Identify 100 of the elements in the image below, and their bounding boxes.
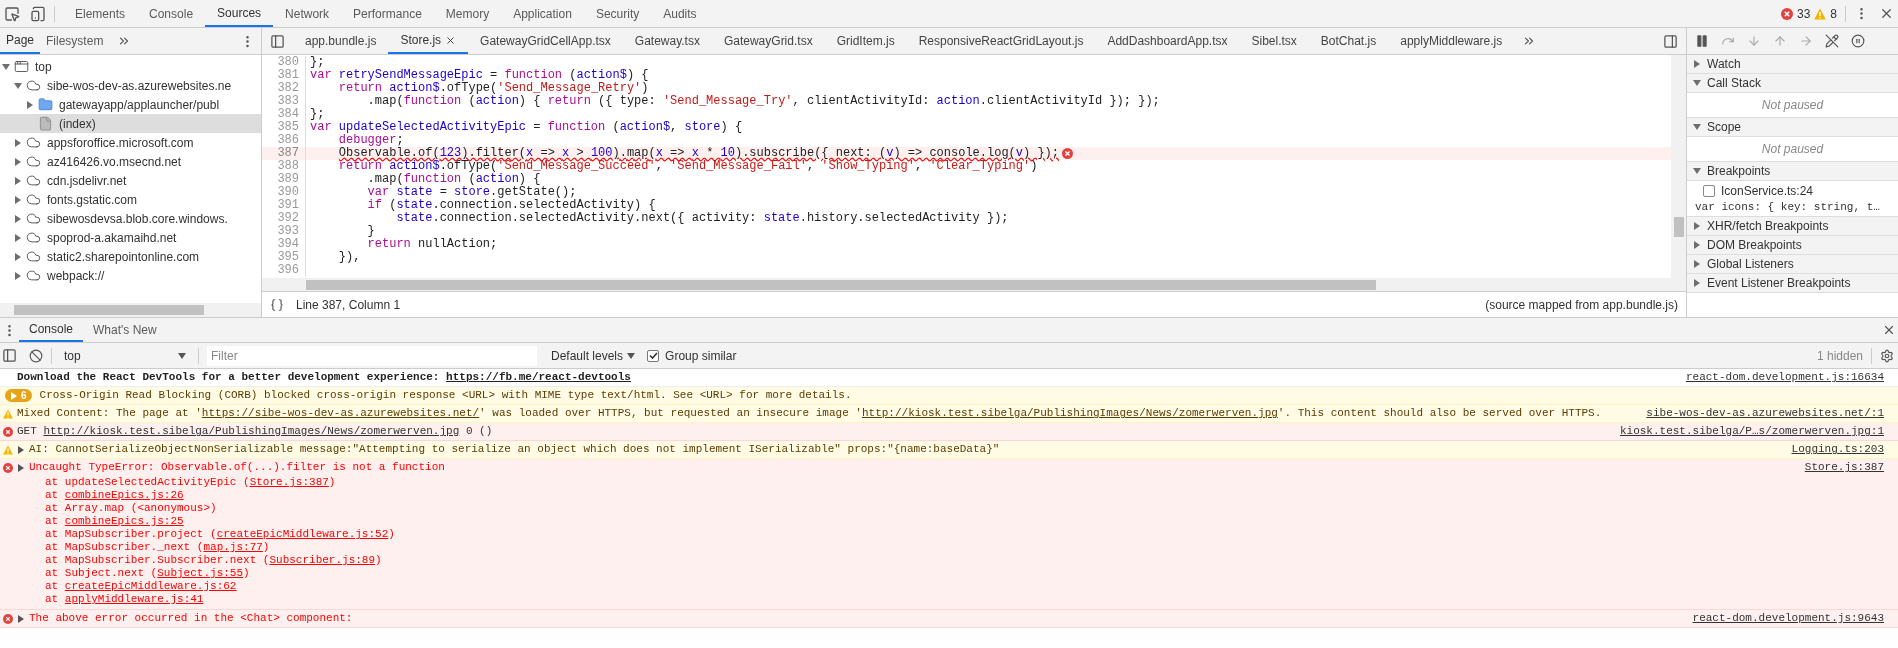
section-header[interactable]: Call Stack [1687, 74, 1898, 93]
tree-item[interactable]: sibewosdevsa.blob.core.windows. [0, 209, 261, 228]
tree-item[interactable]: az416426.vo.msecnd.net [0, 152, 261, 171]
panel-tab[interactable]: Console [137, 0, 206, 27]
section-header[interactable]: Breakpoints [1687, 162, 1898, 181]
expanded-arrow-icon[interactable] [2, 62, 10, 71]
collapsed-arrow-icon[interactable] [14, 271, 22, 280]
source-link[interactable]: kiosk.test.sibelga/P…s/zomerwerven.jpg:1 [1603, 423, 1884, 440]
context-select[interactable]: top [60, 345, 190, 366]
error-count[interactable]: 33 [1796, 4, 1811, 23]
link[interactable]: combineEpics.js:25 [64, 515, 184, 527]
collapsed-arrow-icon[interactable] [14, 176, 22, 185]
collapsed-arrow-icon[interactable] [14, 195, 22, 204]
collapsed-arrow-icon[interactable] [17, 445, 25, 454]
collapsed-arrow-icon[interactable] [1693, 60, 1701, 68]
collapsed-arrow-icon[interactable] [17, 614, 25, 623]
collapsed-arrow-icon[interactable] [1693, 260, 1701, 268]
collapsed-arrow-icon[interactable] [14, 138, 22, 147]
source-link[interactable]: Logging.ts:203 [1775, 441, 1884, 458]
close-icon[interactable] [1882, 323, 1896, 337]
file-tab[interactable]: GridItem.js [824, 28, 907, 54]
panel-tab[interactable]: Audits [651, 0, 709, 27]
link[interactable]: http://kiosk.test.sibelga/PublishingImages/News/zomerwerven.jpg [861, 407, 1278, 420]
inspect-icon[interactable] [4, 5, 20, 22]
tree-item[interactable]: cdn.jsdelivr.net [0, 171, 261, 190]
panel-tab[interactable]: Performance [341, 0, 434, 27]
settings-icon[interactable] [1880, 348, 1894, 363]
tree-item[interactable]: webpack:// [0, 266, 261, 285]
link[interactable]: http://kiosk.test.sibelga/PublishingImages/News/zomerwerven.jpg [43, 425, 460, 438]
pretty-print-icon[interactable] [270, 297, 284, 312]
source-link[interactable]: react-dom.development.js:16634 [1669, 369, 1884, 386]
panel-tab[interactable]: Application [501, 0, 584, 27]
expanded-arrow-icon[interactable] [627, 351, 636, 360]
expanded-arrow-icon[interactable] [14, 81, 22, 90]
section-header[interactable]: DOM Breakpoints [1687, 236, 1898, 255]
navigator-tab[interactable]: Filesystem [40, 28, 110, 54]
tree-item[interactable]: sibe-wos-dev-as.azurewebsites.ne [0, 76, 261, 95]
tree-item[interactable]: (index) [0, 114, 261, 133]
collapsed-arrow-icon[interactable] [14, 233, 22, 242]
source-link[interactable]: react-dom.development.js:9643 [1676, 610, 1884, 627]
tree-item[interactable]: top [0, 57, 261, 76]
file-tab[interactable]: Store.js [388, 28, 469, 54]
file-tab[interactable]: app.bundle.js [293, 28, 389, 54]
filter-field[interactable]: Filter [207, 345, 537, 366]
collapsed-arrow-icon[interactable] [26, 100, 34, 109]
panel-tab[interactable]: Security [583, 0, 652, 27]
panel-tab[interactable]: Elements [63, 0, 138, 27]
collapsed-arrow-icon[interactable] [14, 157, 22, 166]
close-icon[interactable] [445, 34, 457, 46]
link[interactable]: createEpicMiddleware.js:52 [216, 528, 389, 540]
toggle-debugger-icon[interactable] [1663, 33, 1678, 49]
file-tab[interactable]: AddDashboardApp.tsx [1095, 28, 1240, 54]
source-link[interactable]: Store.js:387 [1788, 459, 1884, 476]
link[interactable]: createEpicMiddleware.js:62 [64, 580, 237, 592]
link[interactable]: combineEpics.js:26 [64, 489, 184, 501]
toggle-navigator-icon[interactable] [270, 33, 285, 49]
expanded-arrow-icon[interactable] [1693, 123, 1701, 131]
levels-dropdown[interactable]: Default levels [551, 346, 636, 365]
link[interactable]: https://fb.me/react-devtools [446, 371, 631, 384]
group-similar-checkbox[interactable] [647, 349, 660, 362]
link[interactable]: Store.js:387 [249, 476, 329, 488]
device-icon[interactable] [30, 5, 46, 22]
breakpoint-checkbox[interactable] [1703, 185, 1715, 197]
horizontal-scrollbar[interactable] [262, 278, 1671, 291]
link[interactable]: https://sibe-wos-dev-as.azurewebsites.net/ [201, 407, 480, 420]
section-header[interactable]: Watch [1687, 55, 1898, 74]
file-tab[interactable]: GatewayGridCellApp.tsx [468, 28, 623, 54]
vertical-scrollbar[interactable] [1671, 55, 1686, 291]
drawer-tab[interactable]: What's New [83, 318, 167, 342]
expanded-arrow-icon[interactable] [178, 351, 186, 360]
link[interactable]: applyMiddleware.js:41 [64, 593, 204, 605]
file-tab[interactable]: BotChat.js [1308, 28, 1389, 54]
close-icon[interactable] [1879, 6, 1894, 21]
collapsed-arrow-icon[interactable] [14, 252, 22, 261]
file-tab[interactable]: ResponsiveReactGridLayout.js [906, 28, 1096, 54]
warning-count[interactable]: 8 [1830, 4, 1837, 23]
navigator-tab[interactable]: Page [0, 28, 41, 54]
deactivate-breakpoints-icon[interactable] [1825, 34, 1839, 48]
tree-item[interactable]: spoprod-a.akamaihd.net [0, 228, 261, 247]
clear-icon[interactable] [29, 348, 43, 363]
collapsed-arrow-icon[interactable] [1693, 222, 1701, 230]
collapsed-arrow-icon[interactable] [17, 463, 25, 472]
pause-on-exceptions-icon[interactable] [1851, 34, 1865, 48]
tree-item[interactable]: fonts.gstatic.com [0, 190, 261, 209]
link[interactable]: Subscriber.js:89 [269, 554, 376, 566]
link[interactable]: Subject.js:55 [157, 567, 244, 579]
source-link[interactable]: sibe-wos-dev-as.azurewebsites.net/:1 [1630, 405, 1884, 422]
tree-item[interactable]: appsforoffice.microsoft.com [0, 133, 261, 152]
link[interactable]: map.js:77 [203, 541, 263, 553]
expanded-arrow-icon[interactable] [1693, 79, 1701, 87]
section-header[interactable]: Global Listeners [1687, 255, 1898, 274]
panel-tab[interactable]: Memory [433, 0, 502, 27]
section-header[interactable]: Event Listener Breakpoints [1687, 274, 1898, 293]
pause-icon[interactable] [1695, 34, 1709, 48]
tree-item[interactable]: gatewayapp/applauncher/publ [0, 95, 261, 114]
collapsed-arrow-icon[interactable] [1693, 241, 1701, 249]
tree-item[interactable]: static2.sharepointonline.com [0, 247, 261, 266]
expanded-arrow-icon[interactable] [1693, 167, 1701, 175]
file-tab[interactable]: Gateway.tsx [622, 28, 712, 54]
sidebar-toggle-icon[interactable] [2, 348, 17, 363]
